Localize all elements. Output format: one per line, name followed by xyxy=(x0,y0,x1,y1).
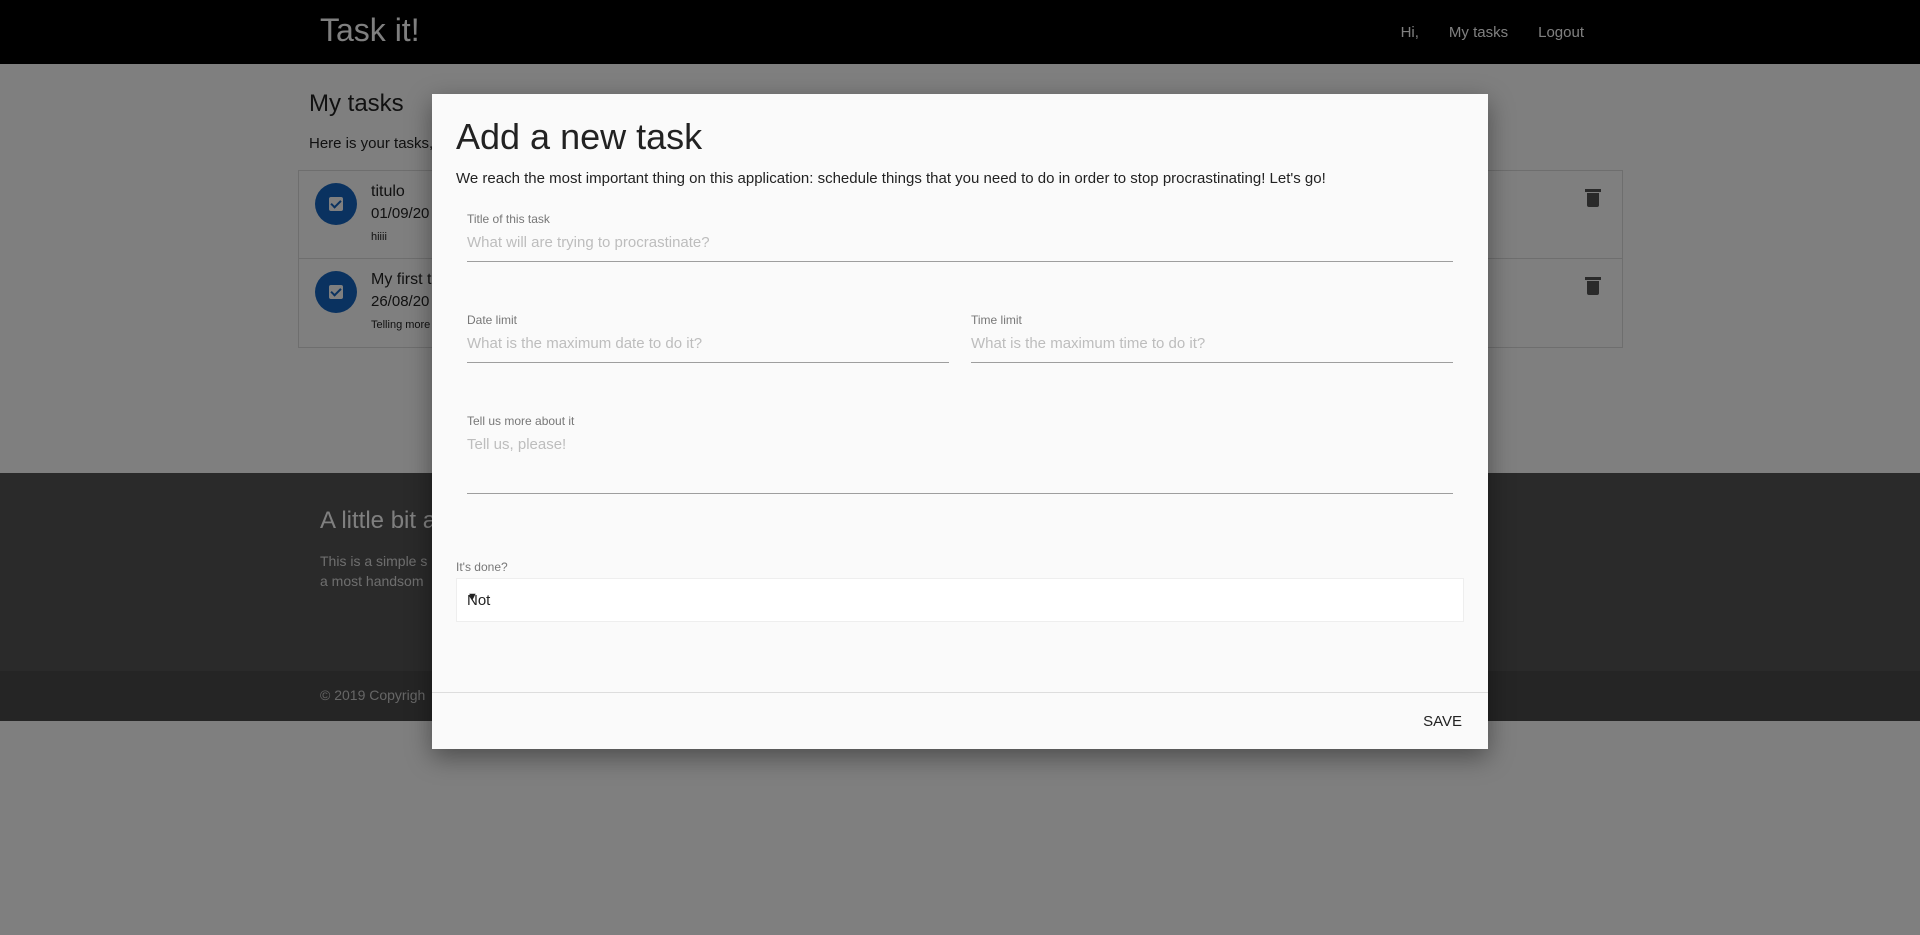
date-limit-input[interactable] xyxy=(467,327,949,363)
save-button[interactable]: SAVE xyxy=(1413,707,1472,736)
task-title-field: Title of this task xyxy=(467,212,1453,262)
add-task-modal: Add a new task We reach the most importa… xyxy=(432,94,1488,749)
description-label: Tell us more about it xyxy=(467,414,575,428)
time-limit-field: Time limit xyxy=(971,313,1453,363)
date-limit-field: Date limit xyxy=(467,313,949,363)
date-limit-label: Date limit xyxy=(467,313,518,327)
description-field: Tell us more about it xyxy=(467,414,1453,499)
caret-down-icon: ▼ xyxy=(467,591,478,603)
time-limit-input[interactable] xyxy=(971,327,1453,363)
modal-footer: SAVE xyxy=(432,692,1488,749)
done-select-label: It's done? xyxy=(456,560,508,574)
done-select-field: It's done? Not ▼ xyxy=(456,560,1464,622)
description-textarea[interactable] xyxy=(467,428,1453,494)
task-title-input[interactable] xyxy=(467,226,1453,262)
task-title-label: Title of this task xyxy=(467,212,550,226)
modal-intro: We reach the most important thing on thi… xyxy=(456,170,1326,187)
modal-title: Add a new task xyxy=(456,116,703,157)
done-select[interactable]: Not ▼ xyxy=(456,578,1464,622)
time-limit-label: Time limit xyxy=(971,313,1022,327)
